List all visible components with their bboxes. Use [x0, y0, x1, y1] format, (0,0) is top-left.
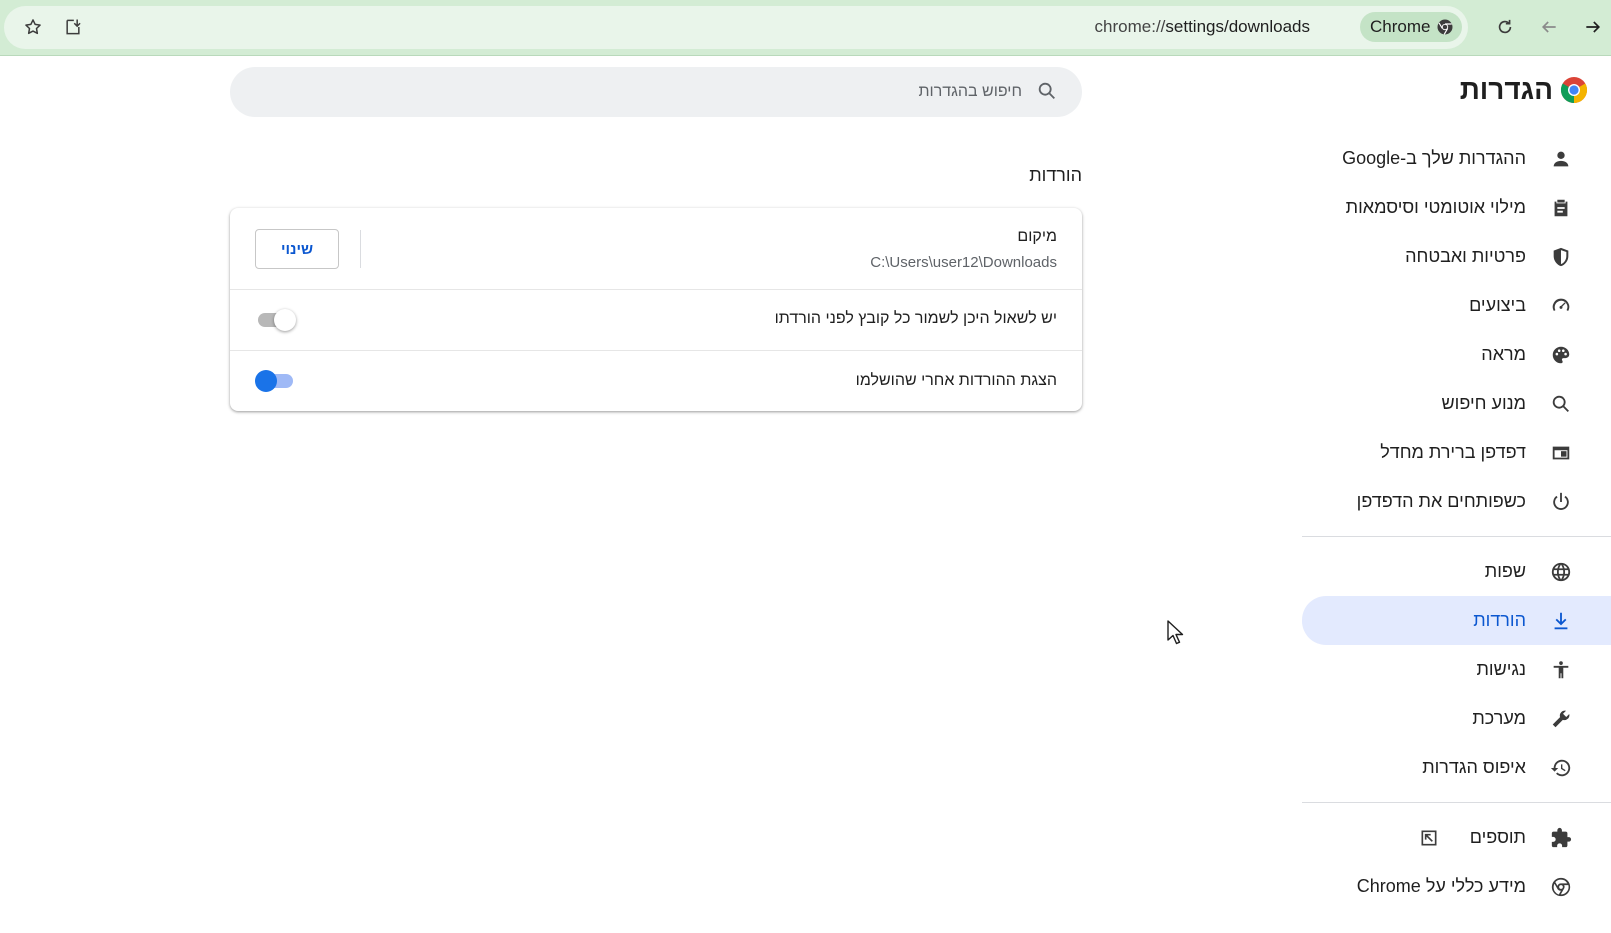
forward-arrow-icon[interactable]: [1574, 8, 1611, 46]
toggle-knob: [274, 309, 296, 331]
show-downloads-toggle[interactable]: [255, 368, 295, 394]
sidebar-item-label: ביצועים: [1469, 295, 1526, 315]
sidebar-item-system[interactable]: מערכת: [1302, 694, 1611, 743]
sidebar-item-search-engine[interactable]: מנוע חיפוש: [1302, 379, 1611, 428]
location-path: C:\Users\user12\Downloads: [870, 254, 1057, 271]
wrench-icon: [1548, 706, 1574, 732]
puzzle-icon: [1548, 825, 1574, 851]
url-prefix: chrome://: [1094, 17, 1166, 36]
person-icon: [1548, 146, 1574, 172]
sidebar-item-google[interactable]: ההגדרות שלך ב-Google: [1302, 134, 1611, 183]
row-divider: [360, 230, 361, 268]
sidebar-item-appearance[interactable]: מראה: [1302, 330, 1611, 379]
browser-window-icon: [1548, 440, 1574, 466]
location-row: מיקום C:\Users\user12\Downloads שינוי: [230, 208, 1082, 289]
search-icon: [1034, 80, 1058, 104]
sidebar-item-label: פרטיות ואבטחה: [1405, 246, 1526, 266]
location-label: מיקום: [1017, 228, 1057, 245]
power-icon: [1548, 489, 1574, 515]
chrome-icon: [1548, 874, 1574, 900]
sidebar-item-accessibility[interactable]: נגישות: [1302, 645, 1611, 694]
download-icon: [1548, 608, 1574, 634]
sidebar-item-label: ההגדרות שלך ב-Google: [1342, 148, 1526, 168]
ask-where-label: יש לשאול היכן לשמור כל קובץ לפני הורדתו: [774, 310, 1057, 327]
url-text[interactable]: chrome://settings/downloads: [1095, 17, 1310, 37]
sidebar-item-reset[interactable]: איפוס הגדרות: [1302, 743, 1611, 792]
sidebar-item-on-startup[interactable]: כשפותחים את הדפדפן: [1302, 477, 1611, 526]
chip-label: Chrome: [1370, 17, 1431, 36]
chrome-logo-icon: [1560, 77, 1588, 104]
sidebar-item-languages[interactable]: שפות: [1302, 547, 1611, 596]
sidebar-item-default-browser[interactable]: דפדפן ברירת מחדל: [1302, 428, 1611, 477]
clipboard-icon: [1548, 195, 1574, 221]
browser-toolbar: chrome://settings/downloads Chrome: [0, 0, 1611, 56]
settings-sidebar: ההגדרות שלך ב-Google מילוי אוטומטי וסיסמ…: [1302, 134, 1611, 911]
chrome-site-chip[interactable]: Chrome: [1360, 12, 1463, 42]
speedometer-icon: [1548, 293, 1574, 319]
ask-where-row[interactable]: יש לשאול היכן לשמור כל קובץ לפני הורדתו: [230, 289, 1082, 350]
shield-icon: [1548, 244, 1574, 270]
reload-icon[interactable]: [1486, 8, 1524, 46]
history-icon: [1548, 755, 1574, 781]
sidebar-item-label: מידע כללי על Chrome: [1356, 876, 1526, 896]
sidebar-item-label: תוספים: [1469, 827, 1526, 847]
downloads-card: מיקום C:\Users\user12\Downloads שינוי יש…: [230, 208, 1082, 411]
url-path: settings/downloads: [1165, 17, 1310, 36]
accessibility-icon: [1548, 657, 1574, 683]
sidebar-item-about-chrome[interactable]: מידע כללי על Chrome: [1302, 862, 1611, 911]
toggle-knob: [255, 370, 277, 392]
sidebar-item-label: מנוע חיפוש: [1441, 393, 1526, 413]
show-downloads-label: הצגת ההורדות אחרי שהושלמו: [855, 372, 1057, 389]
bookmark-star-icon[interactable]: [14, 8, 52, 46]
search-input[interactable]: [322, 83, 1022, 101]
show-downloads-row[interactable]: הצגת ההורדות אחרי שהושלמו: [230, 350, 1082, 411]
sidebar-item-performance[interactable]: ביצועים: [1302, 281, 1611, 330]
search-icon: [1548, 391, 1574, 417]
ask-where-toggle[interactable]: [256, 307, 296, 333]
settings-title: הגדרות: [1459, 74, 1553, 105]
open-external-icon: [1418, 827, 1440, 849]
sidebar-divider: [1302, 802, 1611, 803]
sidebar-item-label: מראה: [1481, 344, 1526, 364]
sidebar-item-label: מערכת: [1472, 708, 1526, 728]
back-arrow-icon[interactable]: [1530, 8, 1568, 46]
globe-icon: [1548, 559, 1574, 585]
sidebar-item-downloads[interactable]: הורדות: [1302, 596, 1611, 645]
chrome-logo-icon: [1437, 19, 1453, 35]
sidebar-item-privacy[interactable]: פרטיות ואבטחה: [1302, 232, 1611, 281]
sidebar-item-label: דפדפן ברירת מחדל: [1380, 442, 1526, 462]
sidebar-item-label: איפוס הגדרות: [1422, 757, 1526, 777]
sidebar-item-label: מילוי אוטומטי וסיסמאות: [1345, 197, 1526, 217]
sidebar-item-autofill[interactable]: מילוי אוטומטי וסיסמאות: [1302, 183, 1611, 232]
mouse-cursor-icon: [1167, 620, 1184, 645]
sidebar-divider: [1302, 536, 1611, 537]
sidebar-item-label: כשפותחים את הדפדפן: [1356, 491, 1526, 511]
section-title: הורדות: [1029, 165, 1082, 185]
sidebar-item-label: נגישות: [1476, 659, 1526, 679]
change-location-button[interactable]: שינוי: [255, 229, 339, 269]
settings-search-box[interactable]: [230, 67, 1082, 117]
sidebar-item-label: הורדות: [1473, 610, 1526, 630]
install-app-icon[interactable]: [54, 8, 92, 46]
sidebar-item-extensions[interactable]: תוספים: [1302, 813, 1611, 862]
palette-icon: [1548, 342, 1574, 368]
sidebar-item-label: שפות: [1484, 561, 1526, 581]
